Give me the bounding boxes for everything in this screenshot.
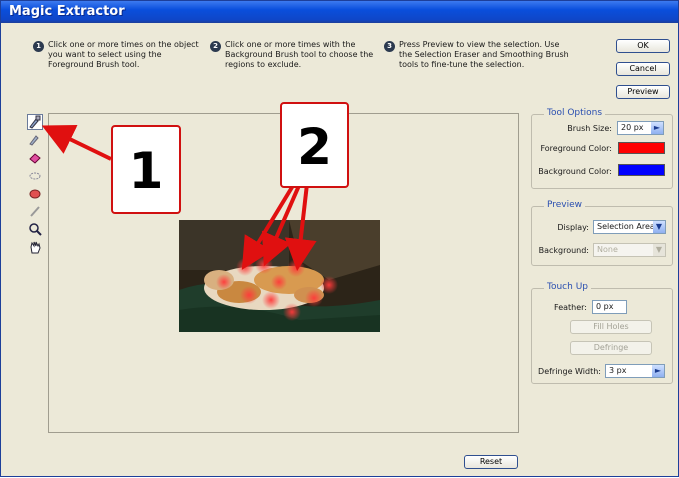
feather-value: 0 px [596,302,614,311]
defringe-width-field[interactable]: 3 px ► [605,364,665,378]
callout-1: 1 [111,125,181,214]
fill-holes-button[interactable]: Fill Holes [570,320,652,334]
background-color-label: Background Color: [538,167,612,176]
display-select[interactable]: Selection Area ▼ [593,220,666,234]
defringe-width-label: Defringe Width: [538,367,601,376]
background-color-swatch[interactable] [618,164,665,176]
display-dropdown-icon[interactable]: ▼ [653,221,665,233]
brush-size-stepper-icon[interactable]: ► [651,122,663,134]
brush-size-field[interactable]: 20 px ► [617,121,664,135]
reset-button[interactable]: Reset [464,455,518,469]
background-dropdown-icon[interactable]: ▼ [653,244,665,256]
feather-label: Feather: [554,303,587,312]
background-select[interactable]: None ▼ [593,243,666,257]
brush-size-label: Brush Size: [567,124,612,133]
background-value: None [597,245,618,254]
preview-legend: Preview [544,200,586,210]
defringe-width-value: 3 px [609,366,627,375]
display-label: Display: [557,223,589,232]
tool-options-legend: Tool Options [544,108,606,118]
defringe-button[interactable]: Defringe [570,341,652,355]
foreground-color-swatch[interactable] [618,142,665,154]
display-value: Selection Area [597,222,655,231]
preview-group: Preview [531,200,673,266]
feather-field[interactable]: 0 px [592,300,627,314]
magic-extractor-window: Magic Extractor 1 Click one or more time… [0,0,679,477]
defringe-width-stepper-icon[interactable]: ► [652,365,664,377]
touch-up-legend: Touch Up [544,282,591,292]
callout-2: 2 [280,102,349,188]
brush-size-value: 20 px [621,123,644,132]
background-label: Background: [538,246,589,255]
foreground-color-label: Foreground Color: [540,144,612,153]
